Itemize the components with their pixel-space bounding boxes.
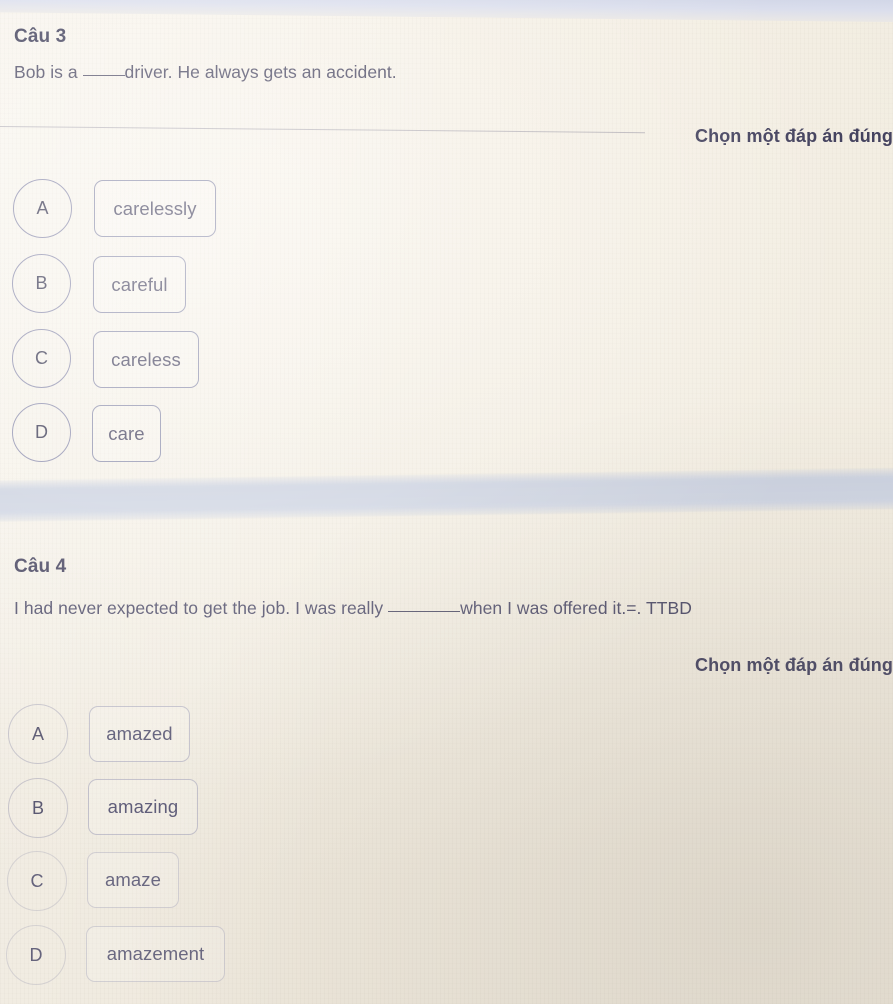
option-letter-4-c[interactable]: C	[7, 851, 67, 911]
option-label-4-b[interactable]: amazing	[88, 779, 198, 835]
question-block-4: Câu 4 I had never expected to get the jo…	[0, 0, 893, 1004]
question-text-4-after: when I was offered it.=. TTBD	[460, 598, 692, 618]
answer-blank-4	[388, 611, 461, 612]
quiz-page: Câu 3 Bob is a driver. He always gets an…	[0, 0, 893, 1004]
option-label-4-a[interactable]: amazed	[89, 706, 190, 762]
question-number-4: Câu 4	[14, 556, 67, 577]
option-label-4-d[interactable]: amazement	[86, 926, 225, 982]
question-text-4-before: I had never expected to get the job. I w…	[14, 598, 389, 618]
option-letter-4-d[interactable]: D	[6, 925, 66, 985]
option-letter-4-b[interactable]: B	[8, 778, 68, 838]
choose-one-answer-prompt-4: Chọn một đáp án đúng	[695, 655, 893, 675]
option-label-4-c[interactable]: amaze	[87, 852, 179, 908]
option-letter-4-a[interactable]: A	[8, 704, 68, 764]
question-text-4: I had never expected to get the job. I w…	[14, 598, 692, 619]
